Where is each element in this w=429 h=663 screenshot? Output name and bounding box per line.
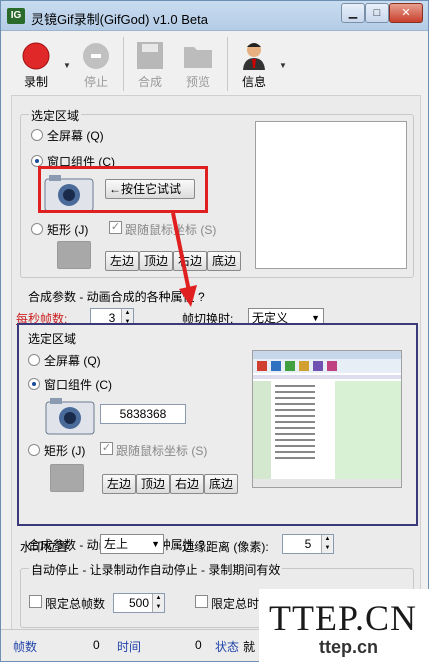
frames-status-value: 0 (93, 638, 100, 652)
record-label: 录制 (23, 75, 48, 89)
margin-label: 边缘距离 (像素): (182, 540, 269, 554)
app-icon: IG (7, 8, 25, 24)
zoom-frame (17, 323, 418, 526)
stop-icon (83, 43, 109, 69)
toolbar-separator (227, 37, 228, 91)
watermark-big-text: TTEP.CN (269, 598, 418, 638)
rect-label: 矩形 (J) (47, 223, 89, 237)
frames-value: 500 (128, 596, 150, 610)
title-bar: IG 灵镜Gif录制(GifGod) v1.0 Beta ▁ □ ✕ (1, 1, 428, 31)
fullscreen-radio[interactable] (31, 129, 43, 141)
rect-radio[interactable] (31, 223, 43, 235)
minimize-button[interactable]: ▁ (341, 3, 365, 23)
spin-arrows-icon[interactable]: ▲ ▼ (321, 535, 333, 553)
preview-label: 预览 (185, 75, 210, 89)
user-info-icon (243, 43, 265, 70)
frames-stepper[interactable]: 500 ▲ ▼ (113, 593, 165, 613)
highlight-box (38, 166, 208, 213)
watermark-value: 左上 (104, 537, 129, 551)
left-edge-button[interactable]: 左边 (105, 251, 139, 271)
preview-button[interactable]: 预览 (175, 37, 221, 93)
annotation-arrow-icon (171, 212, 197, 307)
autostop-title: 自动停止 - 让录制动作自动停止 - 录制期间有效 (29, 561, 283, 578)
color-swatch[interactable] (57, 241, 91, 269)
watermark-logo: TTEP.CN ttep.cn (259, 589, 429, 663)
watermark-label: 水印位置: (20, 540, 72, 554)
limit-time-checkbox[interactable] (195, 595, 208, 608)
capture-preview (255, 121, 407, 269)
record-button[interactable]: 录制 (13, 37, 59, 93)
maximize-button[interactable]: □ (365, 3, 389, 23)
watermark-select[interactable]: 左上 ▼ (100, 534, 164, 554)
combine-button[interactable]: 合成 (127, 37, 173, 93)
time-status-label: 时间 (117, 640, 142, 654)
window-title: 灵镜Gif录制(GifGod) v1.0 Beta (31, 12, 208, 27)
state-status-value: 就 (243, 640, 256, 654)
time-status-value: 0 (195, 638, 202, 652)
stop-button[interactable]: 停止 (73, 37, 119, 93)
limit-time-label: 限定总时 (211, 597, 260, 611)
record-dropdown-icon[interactable]: ▼ (63, 61, 71, 70)
state-status-label: 状态 (215, 640, 240, 654)
info-button[interactable]: 信息 (231, 37, 277, 93)
spin-arrows-icon[interactable]: ▲ ▼ (152, 594, 164, 612)
watermark-small-text: ttep.cn (319, 637, 379, 657)
info-dropdown-icon[interactable]: ▼ (279, 61, 287, 70)
chevron-down-icon: ▼ (151, 539, 160, 549)
toolbar-separator (123, 37, 124, 91)
follow-mouse-checkbox[interactable]: ✓ (109, 221, 122, 234)
main-window: IG 灵镜Gif录制(GifGod) v1.0 Beta ▁ □ ✕ 录制 ▼ … (0, 0, 429, 663)
frames-status-label: 帧数 (13, 640, 38, 654)
close-button[interactable]: ✕ (389, 3, 423, 23)
toolbar: 录制 ▼ 停止 合成 预览 信息 ▼ (9, 33, 421, 95)
top-edge-button[interactable]: 顶边 (139, 251, 173, 271)
info-label: 信息 (241, 75, 266, 89)
margin-value: 5 (304, 537, 312, 551)
limit-frames-checkbox[interactable] (29, 595, 42, 608)
bottom-edge-button[interactable]: 底边 (207, 251, 241, 271)
record-icon (22, 42, 50, 70)
stop-label: 停止 (83, 75, 108, 89)
margin-stepper[interactable]: 5 ▲ ▼ (282, 534, 334, 554)
fullscreen-label: 全屏幕 (Q) (47, 129, 104, 143)
save-disk-icon (137, 42, 163, 69)
limit-frames-label: 限定总帧数 (45, 597, 106, 611)
folder-icon (184, 47, 212, 68)
combine-label: 合成 (137, 75, 162, 89)
region-title: 选定区域 (29, 107, 82, 124)
